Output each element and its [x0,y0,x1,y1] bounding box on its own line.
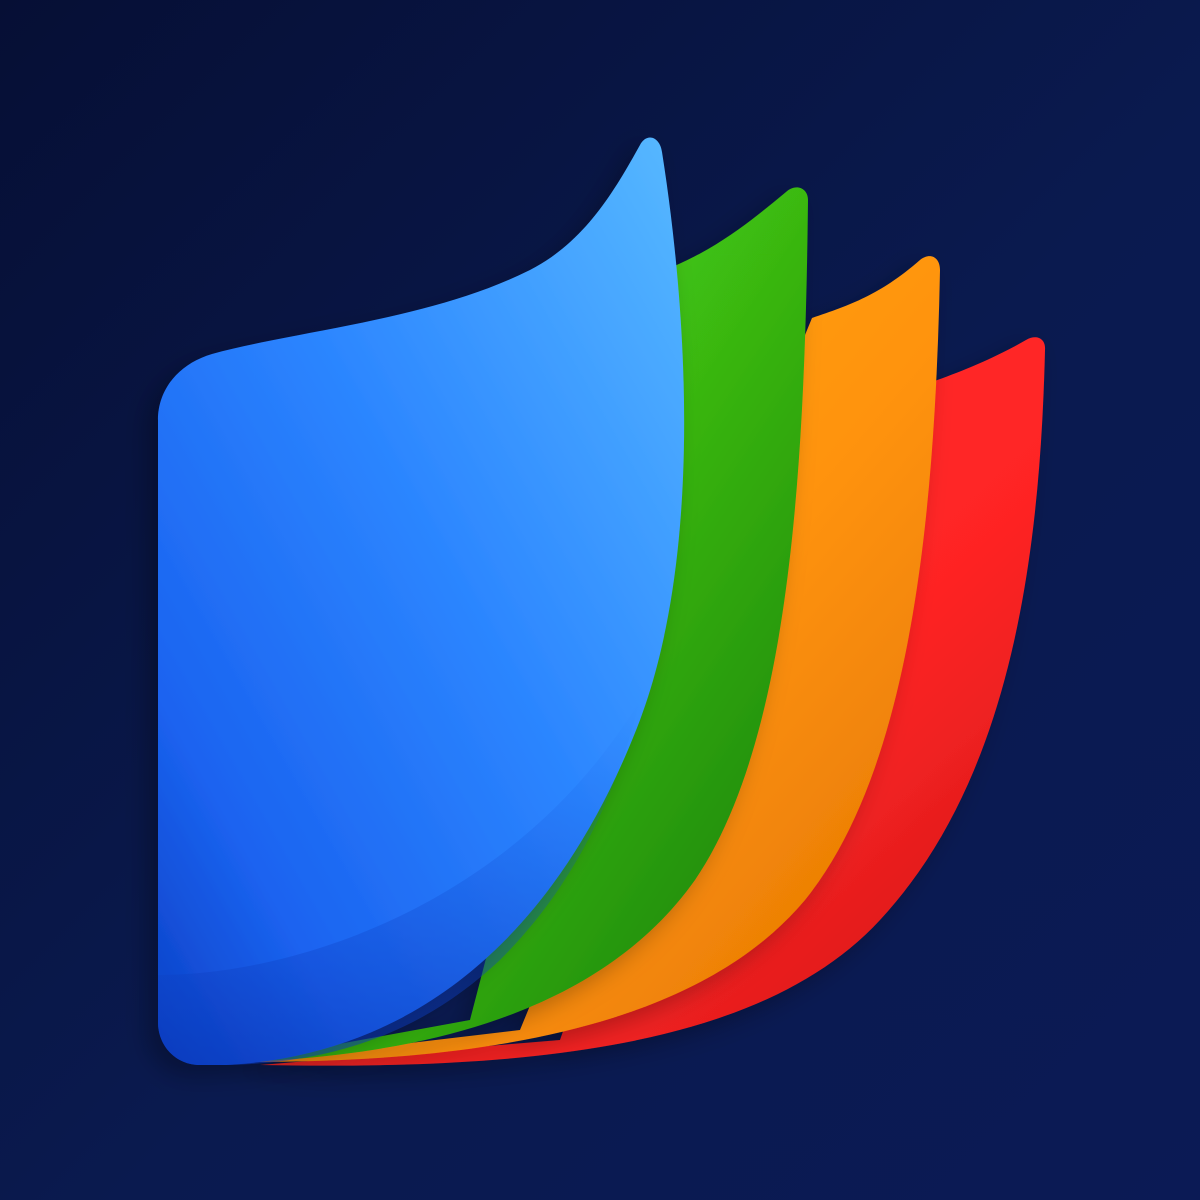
app-icon-canvas [0,0,1200,1200]
stacked-pages-icon [158,137,1046,1066]
